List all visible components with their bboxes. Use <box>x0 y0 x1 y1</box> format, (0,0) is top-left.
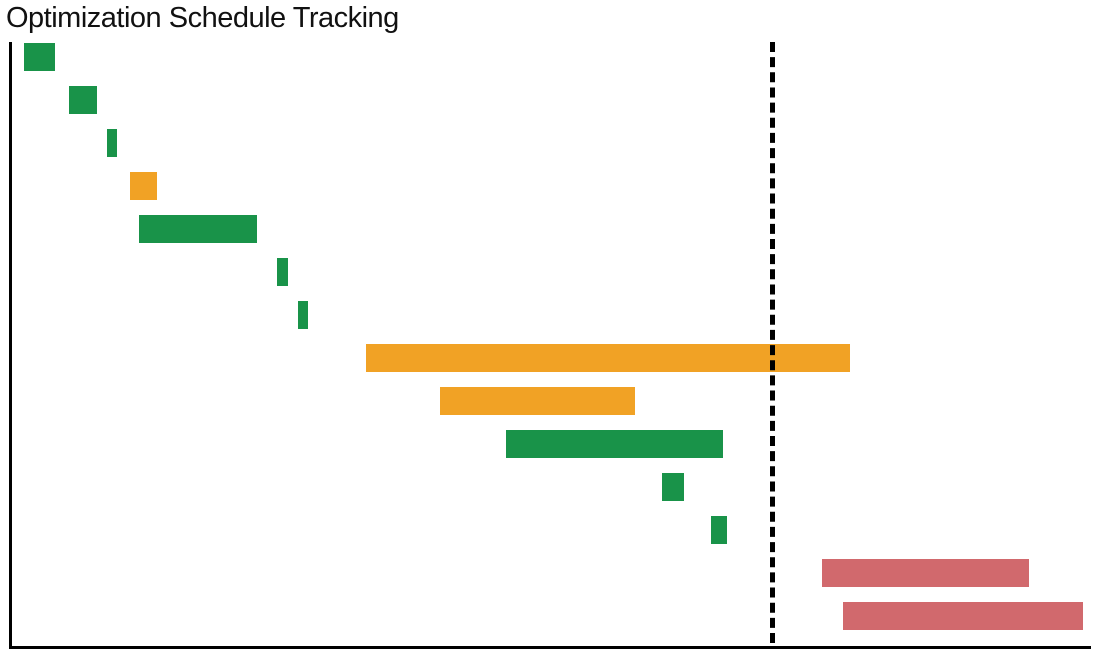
current-time-marker <box>770 42 775 643</box>
gantt-bar <box>298 301 309 329</box>
plot-area <box>9 42 1091 649</box>
gantt-bar <box>107 129 118 157</box>
gantt-bar <box>843 602 1084 630</box>
gantt-chart: Optimization Schedule Tracking <box>0 0 1096 655</box>
gantt-bar <box>711 516 727 544</box>
gantt-bar <box>366 344 850 372</box>
gantt-bar <box>662 473 684 501</box>
chart-title: Optimization Schedule Tracking <box>6 2 399 35</box>
gantt-bar <box>506 430 723 458</box>
gantt-bar <box>24 43 55 71</box>
gantt-bar <box>440 387 635 415</box>
gantt-bar <box>130 172 157 200</box>
gantt-bar <box>277 258 288 286</box>
gantt-bar <box>139 215 257 243</box>
gantt-bar <box>822 559 1029 587</box>
gantt-bar <box>69 86 97 114</box>
